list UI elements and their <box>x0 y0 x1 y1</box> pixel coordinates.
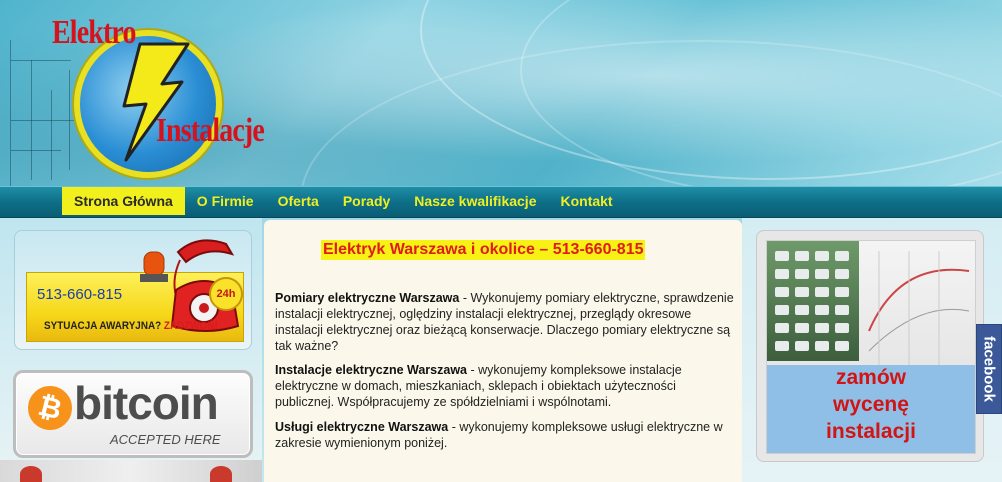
logo-text-bottom[interactable]: Instalacje <box>156 112 265 150</box>
logo-text-top[interactable]: Elektro <box>52 14 136 52</box>
main-nav: Strona Główna O Firmie Oferta Porady Nas… <box>62 187 625 215</box>
paragraph-installations: Instalacje elektryczne Warszawa - wykonu… <box>275 362 735 410</box>
bitcoin-word: bitcoin <box>74 377 219 429</box>
nav-item-advice[interactable]: Porady <box>331 187 402 215</box>
nav-item-about[interactable]: O Firmie <box>185 187 266 215</box>
graph-paper-image <box>868 251 970 365</box>
paragraph-measurements: Pomiary elektryczne Warszawa - Wykonujem… <box>275 290 735 354</box>
paragraph-title[interactable]: Usługi elektryczne Warszawa <box>275 420 448 434</box>
decorative-streak <box>300 40 1002 188</box>
quote-request-text[interactable]: zamów wycenę instalacji <box>766 364 976 445</box>
nav-item-offer[interactable]: Oferta <box>266 187 331 215</box>
calculator-image <box>767 241 859 361</box>
paragraph-services: Usługi elektryczne Warszawa - wykonujemy… <box>275 419 735 451</box>
nav-item-contact[interactable]: Kontakt <box>548 187 624 215</box>
facebook-label[interactable]: facebook <box>981 336 998 402</box>
bitcoin-accepted-text: ACCEPTED HERE <box>110 432 221 447</box>
call-to-action: ZADZWOŃ! <box>163 320 218 332</box>
page-headline: Elektryk Warszawa i okolice – 513-660-81… <box>321 240 646 260</box>
nav-item-home[interactable]: Strona Główna <box>62 187 185 215</box>
situation-label: SYTUACJA AWARYJNA? <box>44 320 162 332</box>
left-bottom-image <box>0 460 262 482</box>
emergency-phone[interactable]: 513-660-815 <box>37 286 122 303</box>
paragraph-title[interactable]: Instalacje elektryczne Warszawa <box>275 363 467 377</box>
quote-line: wycenę <box>833 393 909 416</box>
quote-line: zamów <box>835 366 906 389</box>
paragraph-title[interactable]: Pomiary elektryczne Warszawa <box>275 291 459 305</box>
badge-24h: 24h <box>216 288 236 300</box>
emergency-situation-text[interactable]: SYTUACJA AWARYJNA? ZADZWOŃ! <box>44 320 218 332</box>
quote-line: instalacji <box>826 420 916 443</box>
nav-item-qualifications[interactable]: Nasze kwalifikacje <box>402 187 548 215</box>
